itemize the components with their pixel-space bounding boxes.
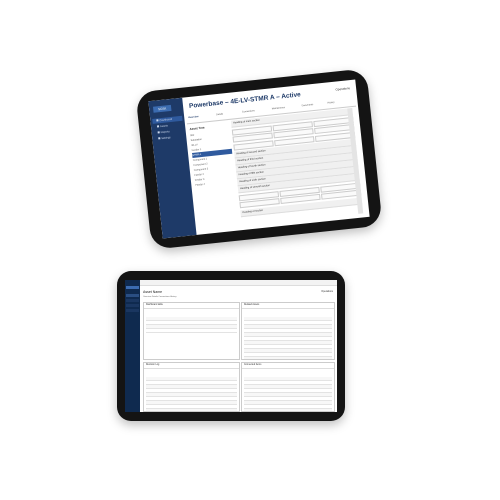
sidebar-item[interactable]: [126, 309, 139, 312]
detail-panel: Heading of main section Heading of secon…: [230, 107, 364, 226]
sidebar-item[interactable]: [126, 294, 139, 297]
tablet-bottom: Asset Name Operations Overview Details C…: [117, 271, 345, 421]
tab-bar[interactable]: Overview Details Connections History: [143, 296, 176, 298]
settings-icon: [158, 137, 161, 140]
dashboard-icon: [156, 119, 159, 122]
tab-overview[interactable]: Overview: [188, 116, 198, 119]
table: [244, 377, 332, 411]
sidebar-item[interactable]: [126, 299, 139, 302]
sidebar: [125, 280, 140, 412]
tab-connections[interactable]: Connections: [242, 110, 255, 113]
tab-maintenance[interactable]: Maintenance: [272, 107, 285, 110]
table-row[interactable]: [244, 409, 332, 411]
table-row[interactable]: [146, 329, 237, 333]
card-related-assets: Related Assets: [241, 302, 335, 360]
header-right[interactable]: Operations: [335, 86, 350, 92]
tablet-top-screen: SCSK Dashboard Assets Reports Settings P…: [148, 79, 370, 239]
app-logo: [126, 286, 139, 289]
card-title: Dashboard table: [144, 303, 239, 309]
card-title: Connected Items: [242, 363, 334, 369]
tab-documents[interactable]: Documents: [302, 104, 314, 107]
card-title: Revision Log: [144, 363, 239, 369]
tab-history[interactable]: History: [327, 102, 334, 105]
app-logo: SCSK: [152, 104, 172, 113]
table-row[interactable]: [244, 357, 332, 359]
tablet-bottom-screen: Asset Name Operations Overview Details C…: [125, 280, 337, 412]
table-row[interactable]: [146, 409, 237, 411]
table: [146, 317, 237, 357]
tab-details[interactable]: Details: [216, 114, 223, 117]
card-connected-items: Connected Items: [241, 362, 335, 412]
table: [244, 317, 332, 359]
card-dashboard-table: Dashboard table: [143, 302, 240, 360]
tablet-top: SCSK Dashboard Assets Reports Settings P…: [135, 68, 383, 250]
assets-icon: [156, 125, 160, 128]
header-right[interactable]: Operations: [321, 290, 333, 293]
sidebar-item[interactable]: [126, 304, 139, 307]
table: [146, 377, 237, 411]
reports-icon: [157, 131, 160, 134]
card-revision-log: Revision Log: [143, 362, 240, 412]
page-title: Asset Name: [143, 290, 163, 294]
card-title: Related Assets: [242, 303, 334, 309]
top-bar: [140, 280, 337, 286]
